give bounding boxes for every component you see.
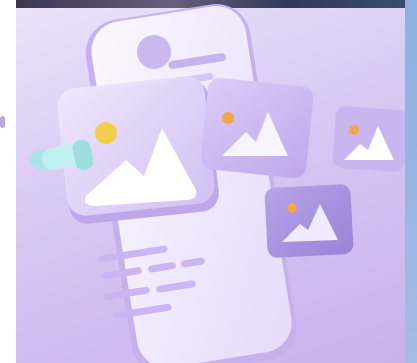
right-edge-strip — [405, 0, 417, 363]
image-placeholder-icon — [332, 106, 405, 172]
illustration-photo — [16, 0, 405, 363]
image-placeholder-icon — [264, 184, 354, 258]
mobile-gallery-illustration — [30, 4, 405, 363]
image-placeholder-icon — [200, 77, 314, 179]
edge-marker — [0, 116, 5, 128]
